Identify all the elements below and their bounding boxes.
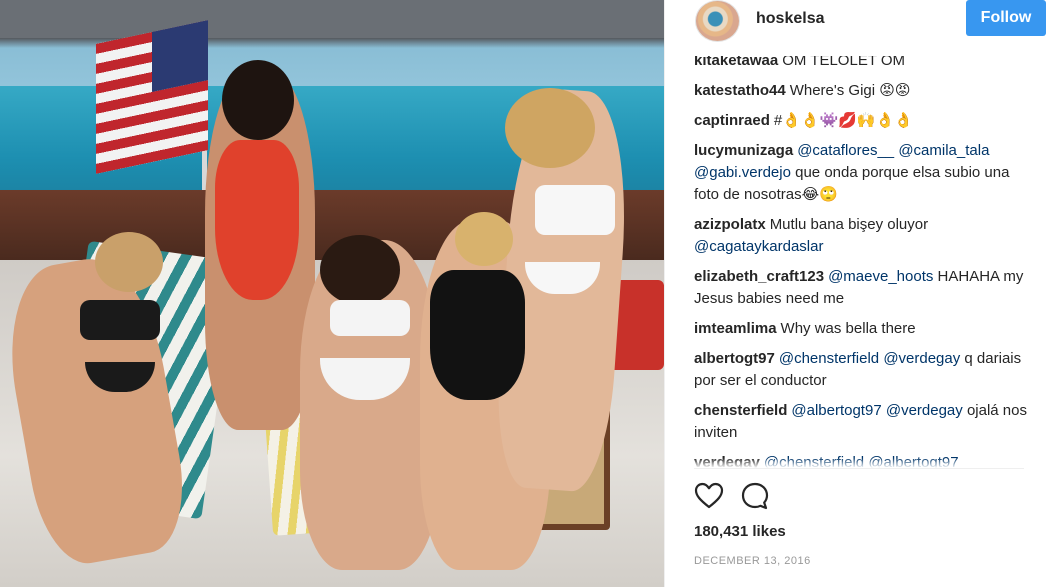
likes-count[interactable]: 180,431 likes [694, 523, 786, 540]
comment-author[interactable]: lucymunizaga [694, 142, 793, 159]
american-flag [96, 20, 208, 174]
post-header: hoskelsa Follow [665, 0, 1050, 52]
comment-item: imteamlima Why was bella there [694, 318, 1034, 340]
mention-link[interactable]: @albertogt97 [791, 402, 881, 419]
comment-text: Why was bella there [780, 320, 916, 337]
hair-2 [222, 60, 294, 140]
mention-link[interactable]: @verdegay [883, 350, 960, 367]
divider [694, 468, 1024, 469]
heart-outline-icon[interactable] [694, 481, 724, 511]
mention-link[interactable]: @camila_tala [898, 142, 989, 159]
comment-author[interactable]: captinraed [694, 112, 770, 129]
mention-link[interactable]: @verdegay [886, 402, 963, 419]
comment-author[interactable]: albertogt97 [694, 350, 775, 367]
mention-link[interactable]: @chensterfield [779, 350, 879, 367]
post-date[interactable]: DECEMBER 13, 2016 [694, 555, 811, 567]
post-photo[interactable] [0, 0, 664, 587]
mention-link[interactable]: @chensterfield [764, 454, 864, 468]
follow-button[interactable]: Follow [966, 0, 1046, 36]
comment-author[interactable]: imteamlima [694, 320, 777, 337]
hair-1 [95, 232, 163, 292]
comment-text: #👌👌👾💋🙌👌👌 [773, 112, 913, 129]
boat-canopy [0, 0, 664, 48]
mention-link[interactable]: @cataflores__ [797, 142, 894, 159]
comment-item: kitaketawaa OM TELOLET OM [694, 56, 1034, 72]
comment-item: albertogt97 @chensterfield @verdegay q da… [694, 348, 1034, 392]
comment-author[interactable]: elizabeth_craft123 [694, 268, 824, 285]
comment-text: Where's Gigi 😡😡 [789, 82, 911, 99]
comment-item: chensterfield @albertogt97 @verdegay ojal… [694, 400, 1034, 444]
comment-item: katestatho44 Where's Gigi 😡😡 [694, 80, 1034, 102]
mention-link[interactable]: @cagataykardaslar [694, 238, 823, 255]
comment-item: verdegay @chensterfield @albertogt97 [694, 452, 1034, 468]
speech-bubble-icon[interactable] [740, 481, 770, 511]
black-bikini-top [80, 300, 160, 340]
comment-text: Mutlu bana bişey oluyor [769, 216, 929, 233]
mention-link[interactable]: @albertogt97 [868, 454, 958, 468]
comment-item: lucymunizaga @cataflores__ @camila_tala @… [694, 140, 1034, 206]
comment-item: elizabeth_craft123 @maeve_hoots HAHAHA my… [694, 266, 1034, 310]
comment-author[interactable]: katestatho44 [694, 82, 786, 99]
comment-author[interactable]: chensterfield [694, 402, 787, 419]
username-link[interactable]: hoskelsa [756, 10, 824, 28]
white-knot-top [535, 185, 615, 235]
mention-link[interactable]: @gabi.verdejo [694, 164, 791, 181]
red-swimsuit [215, 140, 299, 300]
white-bikini-top [330, 300, 410, 336]
hair-5 [505, 88, 595, 168]
comment-text: OM TELOLET OM [782, 56, 906, 69]
comment-list[interactable]: kitaketawaa OM TELOLET OM katestatho44 Wher… [694, 56, 1034, 468]
comment-author[interactable]: azizpolatx [694, 216, 766, 233]
comment-author[interactable]: kitaketawaa [694, 56, 778, 69]
black-swimsuit [430, 270, 525, 400]
avatar[interactable] [695, 0, 740, 42]
mention-link[interactable]: @maeve_hoots [828, 268, 933, 285]
post-sidebar: hoskelsa Follow kitaketawaa OM TELOLET OM… [664, 0, 1050, 587]
comment-item: azizpolatx Mutlu bana bişey oluyor @cagat… [694, 214, 1034, 258]
comment-author[interactable]: verdegay [694, 454, 760, 468]
hair-3 [320, 235, 400, 305]
comment-item: captinraed #👌👌👾💋🙌👌👌 [694, 110, 1034, 132]
hair-4 [455, 212, 513, 266]
